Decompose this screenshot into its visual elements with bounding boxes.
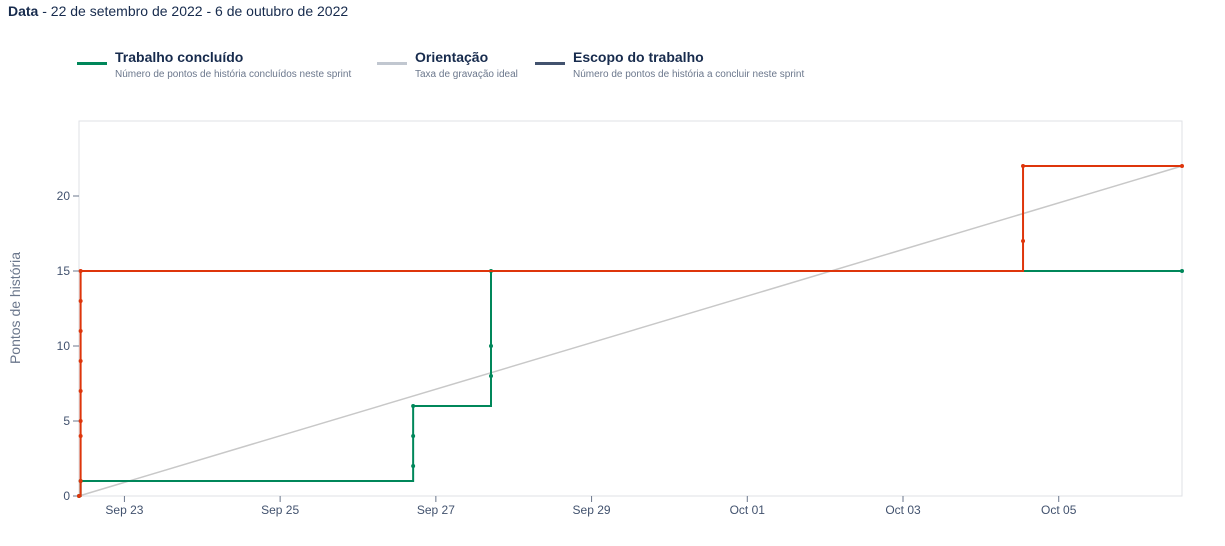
y-axis-label: Pontos de história: [7, 252, 23, 364]
series-point[interactable]: [411, 464, 416, 468]
series-point[interactable]: [1021, 164, 1026, 168]
x-tick-label: Sep 25: [261, 503, 299, 517]
y-tick-label: 5: [63, 414, 70, 428]
series-point[interactable]: [78, 419, 83, 423]
series-point[interactable]: [1180, 269, 1184, 273]
series-point[interactable]: [78, 359, 83, 363]
plot-frame: [78, 120, 1183, 497]
series-line-0: [78, 165, 1183, 497]
y-tick-label: 15: [57, 264, 71, 278]
series-point[interactable]: [489, 344, 494, 348]
x-tick-label: Oct 05: [1041, 503, 1077, 517]
x-tick-label: Sep 27: [417, 503, 455, 517]
series-layer: [77, 164, 1184, 498]
series-point[interactable]: [78, 329, 83, 333]
series-point[interactable]: [77, 494, 81, 498]
x-axis-ticks: Sep 23 Sep 25 Sep 27 Sep 29 Oct 01 Oct 03 Oct …: [105, 496, 1077, 517]
series-point[interactable]: [489, 374, 494, 378]
series-point[interactable]: [411, 404, 416, 408]
series-point[interactable]: [78, 269, 83, 273]
y-axis-ticks: 0 5 10 15 20: [57, 189, 79, 503]
series-point[interactable]: [1180, 164, 1184, 168]
y-tick-label: 20: [57, 189, 71, 203]
x-tick-label: Sep 29: [573, 503, 611, 517]
burnup-chart: Pontos de história 0 5 10 15 20 Sep 23 Sep 25…: [7, 120, 1184, 517]
series-point[interactable]: [78, 299, 83, 303]
series-point[interactable]: [78, 434, 83, 438]
x-tick-label: Oct 01: [730, 503, 766, 517]
series-point[interactable]: [1021, 239, 1026, 243]
y-tick-label: 0: [63, 489, 70, 503]
y-tick-label: 10: [57, 339, 71, 353]
x-tick-label: Sep 23: [105, 503, 143, 517]
series-line-1: [79, 270, 1182, 497]
series-point[interactable]: [411, 434, 416, 438]
x-tick-label: Oct 03: [885, 503, 921, 517]
series-point[interactable]: [78, 389, 83, 393]
series-point[interactable]: [78, 479, 83, 483]
